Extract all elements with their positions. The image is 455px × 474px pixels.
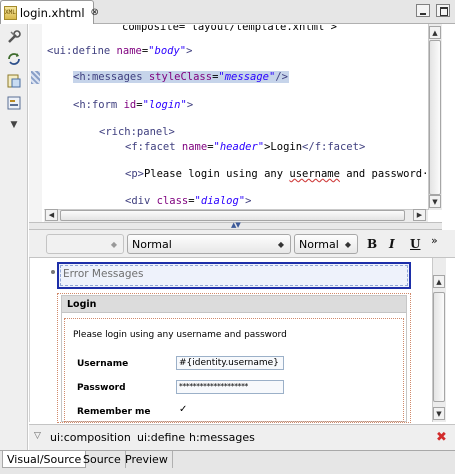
code-text: and password· (339, 168, 429, 180)
remember-me-label: Remember me (77, 407, 151, 417)
scroll-down-icon[interactable]: ▼ (433, 407, 445, 420)
code-line: <div class="dialog"> (125, 195, 251, 207)
code-line-cut: composite="layout/template.xhtml"> (122, 25, 337, 33)
more-formatting-button[interactable]: » (431, 234, 438, 247)
code-tag: /> (275, 71, 288, 83)
code-line: <f:facet name="header">Login</f:facet> (125, 141, 365, 153)
breadcrumb-item[interactable]: ui:define (137, 431, 185, 444)
panel-header-title: Login (67, 299, 97, 310)
code-tag: > (186, 45, 193, 57)
code-text: Please login using any (143, 168, 290, 180)
scroll-up-icon[interactable]: ▲ (433, 275, 445, 288)
preview-icon[interactable] (6, 73, 22, 89)
scroll-down-icon[interactable]: ▼ (429, 195, 441, 208)
panel-header (62, 296, 406, 313)
code-tag: <h:messages (73, 71, 149, 83)
scroll-up-icon[interactable]: ▲ (429, 26, 441, 39)
scroll-left-icon[interactable]: ◀ (45, 209, 58, 221)
spelling-warning-text: username (289, 168, 340, 180)
wrench-icon[interactable] (6, 29, 22, 45)
code-line-selected: <h:messages styleClass="message"/> (73, 71, 289, 83)
underline-button[interactable]: U (410, 237, 420, 251)
close-icon[interactable]: ✖ (436, 430, 447, 445)
code-value: "login" (142, 99, 187, 111)
bold-button[interactable]: B (367, 237, 377, 251)
source-ruler (29, 24, 42, 222)
scroll-right-icon[interactable]: ▶ (413, 209, 426, 221)
code-tag: > (245, 195, 252, 207)
code-attr: name (181, 141, 208, 153)
editor-tab-title: login.xhtml (19, 5, 85, 20)
password-field[interactable]: ******************** (176, 380, 284, 394)
code-value: "message" (218, 71, 276, 83)
minimize-icon[interactable] (416, 4, 430, 17)
refresh-icon[interactable] (6, 51, 22, 67)
element-bullet (51, 270, 55, 274)
code-attr: class (156, 195, 189, 207)
remember-me-checkbox[interactable]: ✓ (179, 405, 190, 416)
editor-tab-login-xhtml[interactable]: XML login.xhtml ⊗ (0, 0, 99, 24)
style-class-combo[interactable]: ◆ (46, 234, 124, 254)
username-field[interactable]: #{identity.username} (176, 356, 284, 370)
code-line: <ui:define name="body"> (47, 45, 192, 57)
chevron-updown-icon: ◆ (110, 239, 118, 249)
palette-icon[interactable] (6, 95, 22, 111)
xml-file-icon: XML (4, 5, 17, 20)
sash-arrows-icon[interactable]: ▲▼ (231, 221, 241, 229)
breadcrumb-dropdown-icon[interactable]: ▽ (34, 431, 41, 441)
scrollbar-thumb[interactable] (429, 40, 441, 195)
code-attr: styleClass (148, 71, 213, 83)
combo-value: Normal (132, 237, 172, 251)
code-line: <h:form id="login"> (73, 99, 193, 111)
italic-button[interactable]: I (389, 237, 395, 251)
error-messages-text: Error Messages (63, 268, 144, 280)
font-size-combo[interactable]: Normal ◆ (294, 234, 358, 254)
code-tag: <ui:define (47, 45, 117, 57)
code-text: >Login (264, 141, 303, 153)
code-tag: <h:form (73, 99, 124, 111)
editor-side-toolbar: ▼ (0, 24, 28, 450)
breadcrumb-item[interactable]: ui:composition (50, 431, 131, 444)
code-tag: <f:facet (125, 141, 182, 153)
code-value: "header" (213, 141, 265, 153)
code-attr: id (123, 99, 137, 111)
code-tag: <div (125, 195, 157, 207)
code-value: "body" (148, 45, 187, 57)
code-line: <p>Please login using any username and p… (125, 168, 428, 180)
format-combo[interactable]: Normal ◆ (127, 234, 291, 254)
code-line: <rich:panel> (99, 126, 175, 138)
password-label: Password (77, 383, 126, 393)
tab-visual-source[interactable]: Visual/Source (2, 451, 87, 468)
tab-preview[interactable]: Preview (121, 451, 173, 468)
code-tag: </f:facet> (302, 141, 366, 153)
scrollbar-thumb[interactable] (433, 292, 445, 402)
maximize-icon[interactable] (436, 4, 450, 17)
intro-text: Please login using any username and pass… (73, 330, 287, 340)
code-tag: <p> (125, 168, 144, 180)
chevron-updown-icon: ◆ (277, 239, 285, 249)
chevron-down-icon[interactable]: ▼ (6, 117, 22, 133)
code-attr: name (116, 45, 142, 57)
breadcrumb-item[interactable]: h:messages (189, 431, 255, 444)
tab-source[interactable]: Source (79, 451, 126, 468)
chevron-updown-icon: ◆ (344, 239, 352, 249)
combo-value: Normal (299, 237, 339, 251)
username-label: Username (77, 359, 129, 369)
code-value: "dialog" (194, 195, 246, 207)
code-tag: > (186, 99, 194, 111)
line-marker (31, 71, 40, 84)
scrollbar-thumb[interactable] (60, 210, 405, 221)
code-tag: <rich:panel> (99, 126, 175, 138)
tab-close-icon[interactable]: ⊗ (91, 7, 99, 18)
